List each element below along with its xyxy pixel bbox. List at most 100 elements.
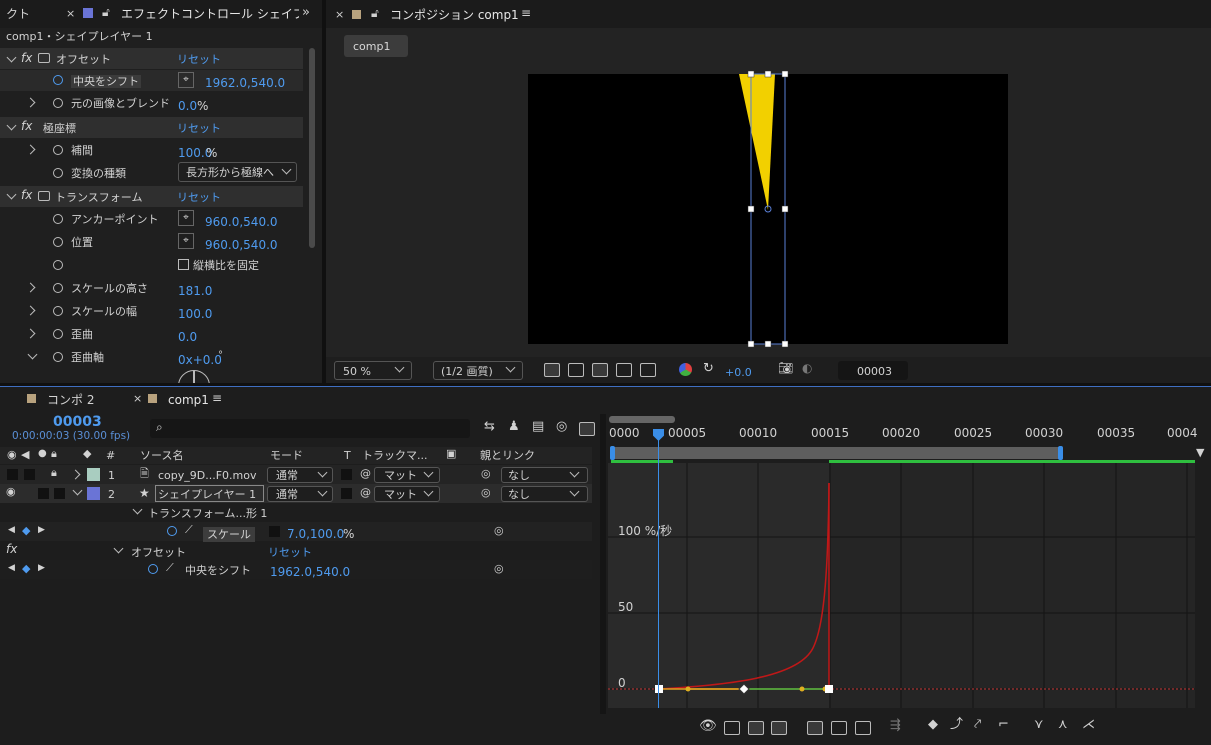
comp-end-marker-icon[interactable]: ▼ bbox=[1196, 447, 1204, 458]
solo-switch[interactable] bbox=[38, 488, 49, 499]
work-area-start-handle[interactable] bbox=[610, 446, 615, 460]
track-matte-header[interactable]: トラックマ... bbox=[362, 450, 428, 461]
stopwatch-icon[interactable] bbox=[53, 260, 63, 270]
next-keyframe-icon[interactable]: ▶ bbox=[38, 526, 45, 535]
stopwatch-icon[interactable] bbox=[53, 352, 63, 362]
fx-icon[interactable]: fx bbox=[6, 543, 17, 555]
offset-label[interactable]: オフセット bbox=[131, 547, 186, 558]
keyframe-icon[interactable]: ◆ bbox=[22, 525, 30, 536]
close-icon[interactable]: × bbox=[133, 393, 142, 404]
fit-all-icon[interactable] bbox=[831, 721, 847, 735]
reset-link[interactable]: リセット bbox=[177, 54, 221, 65]
exposure-reset-icon[interactable]: ↻ bbox=[703, 362, 714, 375]
preserve-transparency-box[interactable] bbox=[341, 469, 352, 480]
close-icon[interactable]: × bbox=[66, 8, 75, 19]
easy-ease-icon[interactable]: ⌐ bbox=[998, 718, 1009, 731]
shift-value[interactable]: 1962.0,540.0 bbox=[270, 566, 350, 578]
mode-header[interactable]: モード bbox=[270, 450, 303, 461]
show-snapshot-icon[interactable]: ◐ bbox=[802, 362, 812, 374]
checkbox[interactable] bbox=[178, 259, 189, 270]
reset-link[interactable]: リセット bbox=[177, 192, 221, 203]
stopwatch-icon[interactable] bbox=[53, 98, 63, 108]
link-box[interactable] bbox=[269, 526, 280, 537]
separate-dimensions-icon[interactable] bbox=[855, 721, 871, 735]
transform-group-label[interactable]: トランスフォーム...形 1 bbox=[148, 508, 267, 519]
prop-value[interactable]: 100.0 bbox=[178, 308, 212, 320]
layer-search-input[interactable] bbox=[150, 419, 470, 438]
prop-value[interactable]: 1962.0,540.0 bbox=[205, 77, 285, 89]
expression-icon[interactable]: ◎ bbox=[494, 563, 504, 574]
chevron-right-icon[interactable] bbox=[25, 282, 36, 293]
exposure-value[interactable]: +0.0 bbox=[725, 367, 752, 378]
scale-value[interactable]: 7.0,100.0 bbox=[287, 528, 344, 540]
stopwatch-icon[interactable] bbox=[53, 168, 63, 178]
show-properties-icon[interactable]: 👁︎ bbox=[699, 719, 717, 733]
stopwatch-icon[interactable] bbox=[53, 237, 63, 247]
layer-color-swatch[interactable] bbox=[87, 487, 100, 500]
close-icon[interactable]: × bbox=[335, 9, 344, 20]
pickwhip-icon[interactable]: ◎ bbox=[481, 468, 491, 479]
timeline-split-divider[interactable] bbox=[600, 414, 606, 714]
stopwatch-icon[interactable] bbox=[53, 145, 63, 155]
work-area-bar[interactable] bbox=[609, 416, 675, 423]
linear-keyframe-icon[interactable]: ⤴ bbox=[950, 718, 963, 731]
panel-menu-icon[interactable]: ≡ bbox=[212, 392, 222, 404]
transparency-grid-icon[interactable] bbox=[568, 363, 584, 377]
easy-ease-out-icon[interactable]: ⋏ bbox=[1058, 718, 1068, 731]
stopwatch-icon[interactable] bbox=[53, 306, 63, 316]
point-target-icon[interactable]: ⌖ bbox=[178, 233, 194, 249]
easy-ease-in-icon[interactable]: ⋎ bbox=[1034, 718, 1044, 731]
prev-keyframe-icon[interactable]: ◀ bbox=[8, 564, 15, 573]
comp-flowchart-icon[interactable]: ⇆ bbox=[484, 420, 495, 433]
stopwatch-icon[interactable] bbox=[53, 75, 63, 85]
prop-value[interactable]: 960.0,540.0 bbox=[205, 216, 278, 228]
guides-icon[interactable] bbox=[640, 363, 656, 377]
next-keyframe-icon[interactable]: ▶ bbox=[38, 564, 45, 573]
transform-box-icon[interactable] bbox=[748, 721, 764, 735]
playhead-line[interactable] bbox=[658, 431, 659, 708]
layer-color-swatch[interactable] bbox=[87, 468, 100, 481]
mask-path-icon[interactable] bbox=[592, 363, 608, 377]
fx-icon[interactable]: fx bbox=[21, 120, 32, 132]
prop-value[interactable]: 181.0 bbox=[178, 285, 212, 297]
panel-menu-icon[interactable]: ≡ bbox=[521, 7, 531, 19]
layer-name[interactable]: copy_9D...F0.mov bbox=[158, 470, 257, 481]
chevron-right-icon[interactable] bbox=[25, 328, 36, 339]
expression-icon[interactable]: ◎ bbox=[494, 525, 504, 536]
chevron-down-icon[interactable] bbox=[27, 349, 38, 360]
reset-link[interactable]: リセット bbox=[177, 123, 221, 134]
pickwhip-icon[interactable]: ◎ bbox=[481, 487, 491, 498]
eye-icon[interactable]: ◉ bbox=[6, 486, 16, 497]
tab-comp1[interactable]: comp1 bbox=[168, 394, 209, 406]
chevron-down-icon[interactable] bbox=[113, 543, 124, 554]
graph-icon[interactable]: ⟋ bbox=[166, 562, 174, 573]
tab-composition[interactable]: コンポジション comp1 bbox=[390, 9, 519, 21]
graph-editor-icon[interactable] bbox=[579, 422, 595, 436]
lock-switch[interactable] bbox=[54, 488, 65, 499]
preserve-transparency-box[interactable] bbox=[341, 488, 352, 499]
edit-keyframe-icon[interactable]: ⇶ bbox=[890, 719, 901, 732]
lock-icon[interactable]: 🔓︎ bbox=[371, 7, 379, 19]
chevron-right-icon[interactable] bbox=[25, 97, 36, 108]
prop-value[interactable]: 0.0 bbox=[178, 331, 197, 343]
work-area-range[interactable] bbox=[611, 447, 1062, 459]
auto-bezier-icon[interactable]: ⤤ bbox=[974, 718, 981, 731]
parent-header[interactable]: 親とリンク bbox=[480, 450, 535, 461]
fast-preview-icon[interactable] bbox=[544, 363, 560, 377]
tab-effect-controls[interactable]: エフェクトコントロール シェイプ bbox=[121, 8, 299, 20]
prop-value[interactable]: 960.0,540.0 bbox=[205, 239, 278, 251]
fit-selection-icon[interactable] bbox=[807, 721, 823, 735]
solo-switch[interactable] bbox=[24, 469, 35, 480]
prop-value[interactable]: 0.0 bbox=[178, 100, 197, 112]
point-target-icon[interactable]: ⌖ bbox=[178, 72, 194, 88]
camera-icon[interactable]: 📷︎ bbox=[778, 362, 793, 374]
timeline-timecode[interactable]: 00003 bbox=[53, 415, 102, 429]
point-target-icon[interactable]: ⌖ bbox=[178, 210, 194, 226]
graph-options-icon[interactable] bbox=[724, 721, 740, 735]
overflow-chevrons-icon[interactable]: » bbox=[302, 6, 310, 19]
keyframe-icon[interactable]: ◆ bbox=[22, 563, 30, 574]
lock-icon[interactable]: 🔒︎ bbox=[51, 467, 57, 478]
color-channels-icon[interactable] bbox=[679, 363, 692, 376]
frame-blending-icon[interactable]: ▤ bbox=[532, 420, 544, 433]
chevron-right-icon[interactable] bbox=[25, 144, 36, 155]
